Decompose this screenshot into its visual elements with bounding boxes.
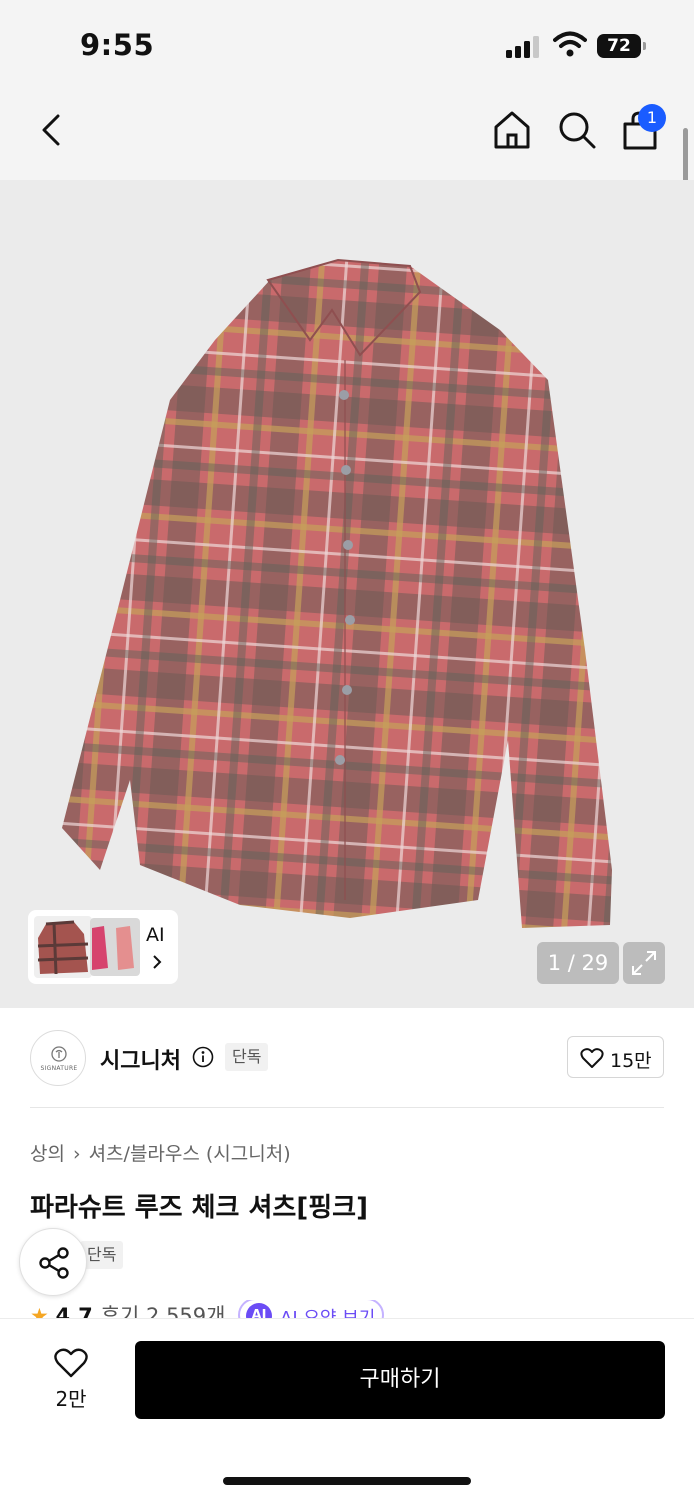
- wishlist-button[interactable]: 2만: [38, 1343, 104, 1417]
- breadcrumb-subcategory[interactable]: 셔츠/블라우스 (시그니처): [89, 1143, 291, 1165]
- nav-bar: 1: [0, 90, 694, 180]
- exclusive-badge: 단독: [225, 1043, 269, 1071]
- home-icon[interactable]: [490, 108, 534, 152]
- share-button[interactable]: [19, 1228, 87, 1296]
- cellular-signal-icon: [506, 34, 544, 58]
- product-image: [62, 258, 612, 928]
- chevron-right-icon: [153, 955, 162, 969]
- thumbnail-image: [34, 916, 92, 978]
- brand-like-button[interactable]: 15만: [567, 1036, 664, 1078]
- brand-like-count: 15만: [610, 1050, 652, 1072]
- ai-summary-button[interactable]: AI AI 요약 보기: [238, 1300, 384, 1320]
- status-time: 9:55: [80, 28, 155, 62]
- brand-name[interactable]: 시그니처: [100, 1043, 181, 1075]
- buy-button[interactable]: 구매하기: [135, 1341, 665, 1419]
- home-indicator: [223, 1477, 471, 1485]
- rating-row[interactable]: ★ 4.7 후기 2,559개 AI AI 요약 보기: [30, 1300, 630, 1320]
- ai-thumbnail-preview[interactable]: AI: [28, 910, 178, 984]
- battery-level: 72: [597, 34, 641, 58]
- purchase-bar: 2만 구매하기: [0, 1318, 694, 1500]
- search-icon[interactable]: [555, 108, 599, 152]
- thumbnail-image: [90, 918, 140, 976]
- share-icon: [39, 1247, 69, 1279]
- chevron-right-icon: ›: [72, 1143, 81, 1165]
- image-page-counter: 1 / 29: [537, 942, 619, 984]
- battery-icon: 72: [597, 34, 647, 58]
- brand-logo-text: SIGNATURE: [40, 1065, 78, 1072]
- product-title: 파라슈트 루즈 체크 셔츠[핑크]: [30, 1193, 368, 1223]
- heart-icon: [580, 1048, 604, 1068]
- breadcrumb: 상의 › 셔츠/블라우스 (시그니처): [30, 1139, 291, 1166]
- brand-logo-mark: [51, 1046, 67, 1062]
- ai-label: AI: [146, 924, 165, 946]
- brand-logo[interactable]: SIGNATURE: [30, 1030, 86, 1086]
- wifi-icon: [553, 31, 587, 57]
- back-icon[interactable]: [32, 110, 72, 150]
- info-icon[interactable]: [192, 1046, 214, 1068]
- expand-icon: [632, 951, 656, 975]
- product-image-gallery[interactable]: AI 1 / 29: [0, 180, 694, 1008]
- cart-count-badge: 1: [638, 104, 666, 132]
- breadcrumb-category[interactable]: 상의: [30, 1143, 65, 1165]
- wishlist-count: 2만: [55, 1387, 87, 1411]
- heart-icon: [54, 1348, 88, 1378]
- status-bar: 9:55 72: [0, 0, 694, 90]
- divider: [30, 1107, 664, 1108]
- expand-image-button[interactable]: [623, 942, 665, 984]
